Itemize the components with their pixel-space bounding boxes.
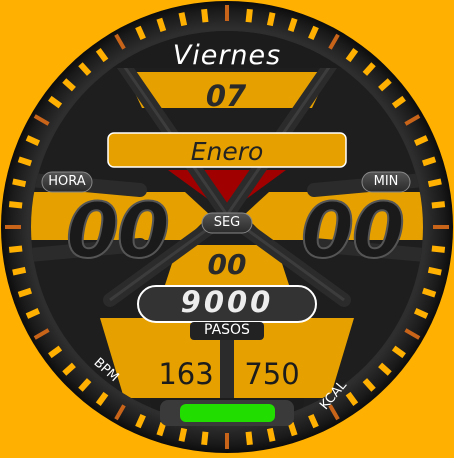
- bezel-tick: [266, 12, 276, 27]
- bezel-tick: [201, 431, 209, 446]
- watch-face: Viernes 07 Enero HORA MIN SEG 00 00 00 9…: [0, 0, 454, 454]
- bezel-tick: [427, 178, 442, 188]
- month-name: Enero: [190, 137, 264, 166]
- bezel-tick: [245, 8, 253, 23]
- kcal-value: 750: [244, 357, 300, 391]
- bezel-tick: [431, 245, 446, 253]
- bezel-tick: [12, 266, 27, 276]
- bpm-value: 163: [158, 357, 214, 391]
- bezel-tick: [8, 201, 23, 209]
- bezel-tick: [17, 156, 33, 167]
- seconds-digits: 00: [207, 248, 247, 281]
- bezel-tick: [178, 12, 188, 27]
- day-name: Viernes: [172, 40, 282, 71]
- bezel-tick: [156, 17, 167, 33]
- bezel-tick: [17, 287, 33, 298]
- bezel-tick: [156, 421, 167, 437]
- seconds-label: SEG: [213, 215, 241, 230]
- bezel-tick: [427, 266, 442, 276]
- bezel-tick: [178, 427, 188, 442]
- minute-digits: 00: [300, 186, 406, 275]
- bezel-tick: [287, 17, 298, 33]
- bezel-tick: [287, 421, 298, 437]
- bezel-tick: [421, 156, 437, 167]
- bezel-tick: [12, 178, 27, 188]
- bezel-tick: [266, 427, 276, 442]
- bezel-tick: [201, 8, 209, 23]
- battery-level-bar: [180, 404, 275, 422]
- hour-digits: 00: [65, 186, 171, 275]
- bezel-tick: [431, 201, 446, 209]
- day-number: 07: [205, 79, 247, 113]
- bezel-tick: [421, 287, 437, 298]
- bezel-tick: [8, 245, 23, 253]
- steps-value: 9000: [180, 285, 274, 319]
- bezel-tick: [245, 431, 253, 446]
- steps-label: PASOS: [204, 322, 250, 338]
